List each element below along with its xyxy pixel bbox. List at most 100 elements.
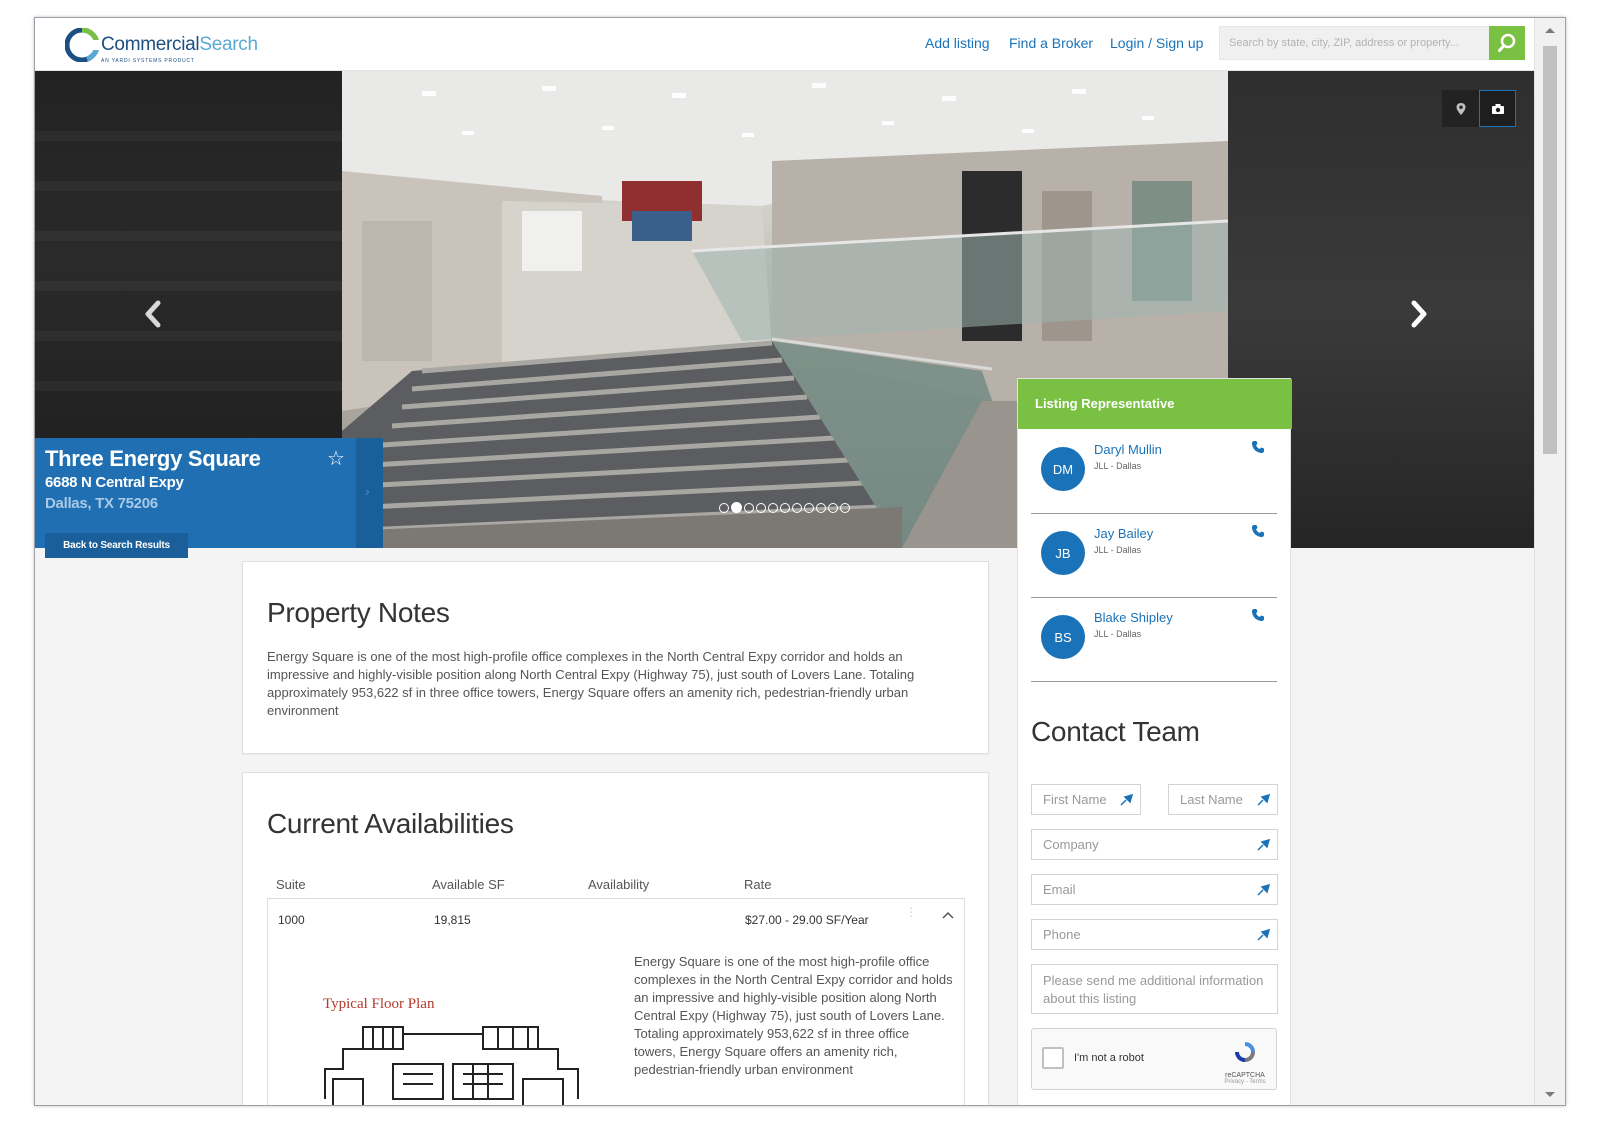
logo-tagline: AN YARDI SYSTEMS PRODUCT xyxy=(101,58,195,64)
favorite-star-icon[interactable]: ☆ xyxy=(327,446,345,471)
chevron-left-icon xyxy=(145,300,161,328)
carousel-dot[interactable] xyxy=(816,503,826,513)
rep-name-link[interactable]: Daryl Mullin xyxy=(1094,442,1162,457)
map-pin-icon xyxy=(1456,102,1465,115)
property-city: Dallas, TX 75206 xyxy=(45,495,158,512)
autofill-pin-icon xyxy=(1257,793,1271,806)
nav-add-listing[interactable]: Add listing xyxy=(925,35,990,51)
availabilities-title: Current Availabilities xyxy=(267,808,514,839)
rep-company: JLL - Dallas xyxy=(1094,461,1142,471)
logo-icon xyxy=(65,28,99,62)
company-field xyxy=(1031,829,1278,860)
captcha-terms-link[interactable]: Privacy - Terms xyxy=(1222,1079,1268,1085)
phone-icon[interactable] xyxy=(1251,524,1265,538)
photo-view-button[interactable] xyxy=(1479,90,1516,127)
avatar: DM xyxy=(1041,447,1085,491)
back-to-results-button[interactable]: Back to Search Results xyxy=(45,533,188,558)
carousel-dot[interactable] xyxy=(780,503,790,513)
carousel-dot[interactable] xyxy=(744,503,754,513)
autofill-pin-icon xyxy=(1257,838,1271,851)
recaptcha-widget: I'm not a robot reCAPTCHA Privacy - Term… xyxy=(1031,1028,1277,1090)
chevron-right-icon: › xyxy=(365,483,370,499)
carousel-dot[interactable] xyxy=(719,503,729,513)
carousel-dot[interactable] xyxy=(731,502,742,513)
site-logo[interactable]: CommercialSearch AN YARDI SYSTEMS PRODUC… xyxy=(65,28,258,64)
camera-icon xyxy=(1491,103,1504,114)
map-view-button[interactable] xyxy=(1442,90,1479,127)
availability-detail-text: Energy Square is one of the most high-pr… xyxy=(634,954,953,1077)
rep-company: JLL - Dallas xyxy=(1094,545,1142,555)
carousel-indicators xyxy=(719,502,850,513)
avatar: JB xyxy=(1041,531,1085,575)
captcha-label: I'm not a robot xyxy=(1074,1052,1144,1064)
property-name: Three Energy Square xyxy=(45,446,261,471)
logo-wordmark: CommercialSearch xyxy=(101,34,258,55)
scroll-up-arrow-icon[interactable] xyxy=(1545,28,1555,33)
phone-icon[interactable] xyxy=(1251,608,1265,622)
nav-login[interactable]: Login / Sign up xyxy=(1110,35,1203,51)
recaptcha-icon xyxy=(1235,1042,1255,1062)
rep-item: DM Daryl Mullin JLL - Dallas xyxy=(1031,430,1277,514)
first-name-field xyxy=(1031,784,1141,815)
rep-company: JLL - Dallas xyxy=(1094,629,1142,639)
search-input[interactable] xyxy=(1220,27,1490,59)
site-header: CommercialSearch AN YARDI SYSTEMS PRODUC… xyxy=(35,18,1535,71)
property-notes-text: Energy Square is one of the most high-pr… xyxy=(267,649,915,718)
message-field xyxy=(1031,964,1278,1014)
message-input[interactable] xyxy=(1032,965,1277,1013)
last-name-field xyxy=(1168,784,1278,815)
rep-item: JB Jay Bailey JLL - Dallas xyxy=(1031,514,1277,598)
chevron-up-icon[interactable] xyxy=(942,911,954,919)
floor-plan-image xyxy=(324,1026,579,1105)
rep-name-link[interactable]: Blake Shipley xyxy=(1094,610,1173,625)
row-menu-icon[interactable]: ⋮ xyxy=(905,906,917,918)
media-toggle xyxy=(1442,90,1517,127)
scroll-down-arrow-icon[interactable] xyxy=(1545,1092,1555,1097)
carousel-dot[interactable] xyxy=(828,503,838,513)
phone-icon[interactable] xyxy=(1251,440,1265,454)
suite-cell: 1000 xyxy=(278,913,305,927)
nav-find-broker[interactable]: Find a Broker xyxy=(1009,35,1093,51)
page-scrollbar[interactable] xyxy=(1534,18,1565,1105)
property-notes-title: Property Notes xyxy=(267,597,450,628)
email-field xyxy=(1031,874,1278,905)
recaptcha-logo: reCAPTCHA Privacy - Terms xyxy=(1222,1039,1268,1085)
rate-cell: $27.00 - 29.00 SF/Year xyxy=(745,913,869,927)
carousel-dot[interactable] xyxy=(804,503,814,513)
property-address: 6688 N Central Expy xyxy=(45,474,184,491)
carousel-dot[interactable] xyxy=(768,503,778,513)
floor-plan-title: Typical Floor Plan xyxy=(323,996,435,1012)
rep-name-link[interactable]: Jay Bailey xyxy=(1094,526,1153,541)
carousel-dot[interactable] xyxy=(792,503,802,513)
photo-carousel: Three Energy Square 6688 N Central Expy … xyxy=(35,71,1535,548)
carousel-dot[interactable] xyxy=(840,503,850,513)
autofill-pin-icon xyxy=(1257,928,1271,941)
sf-cell: 19,815 xyxy=(434,913,471,927)
browser-window: CommercialSearch AN YARDI SYSTEMS PRODUC… xyxy=(34,17,1566,1106)
scrollbar-thumb[interactable] xyxy=(1543,46,1557,454)
email-input[interactable] xyxy=(1032,875,1277,904)
rep-item: BS Blake Shipley JLL - Dallas xyxy=(1031,598,1277,682)
column-available-sf: Available SF xyxy=(432,877,505,892)
phone-field xyxy=(1031,919,1278,950)
search-button[interactable] xyxy=(1489,26,1525,60)
avatar: BS xyxy=(1041,615,1085,659)
next-photo-button[interactable] xyxy=(1407,299,1431,329)
company-input[interactable] xyxy=(1032,830,1277,859)
carousel-dot[interactable] xyxy=(756,503,766,513)
autofill-pin-icon xyxy=(1257,883,1271,896)
captcha-checkbox[interactable] xyxy=(1042,1047,1064,1069)
search-bar xyxy=(1219,26,1525,60)
column-rate: Rate xyxy=(744,877,772,892)
phone-input[interactable] xyxy=(1032,920,1277,949)
chevron-right-icon xyxy=(1411,300,1427,328)
search-icon xyxy=(1498,33,1516,52)
property-title-card: Three Energy Square 6688 N Central Expy … xyxy=(35,438,383,548)
availabilities-card: Current Availabilities Suite Available S… xyxy=(242,772,989,1105)
captcha-brand: reCAPTCHA xyxy=(1225,1072,1265,1079)
prev-photo-button[interactable] xyxy=(141,299,165,329)
listing-representative-panel: Listing Representative DM Daryl Mullin J… xyxy=(1017,378,1292,1105)
listing-representative-title: Listing Representative xyxy=(1018,379,1292,429)
table-row[interactable]: 1000 19,815 $27.00 - 29.00 SF/Year ⋮ Typ… xyxy=(267,898,965,1105)
column-availability: Availability xyxy=(588,877,650,892)
